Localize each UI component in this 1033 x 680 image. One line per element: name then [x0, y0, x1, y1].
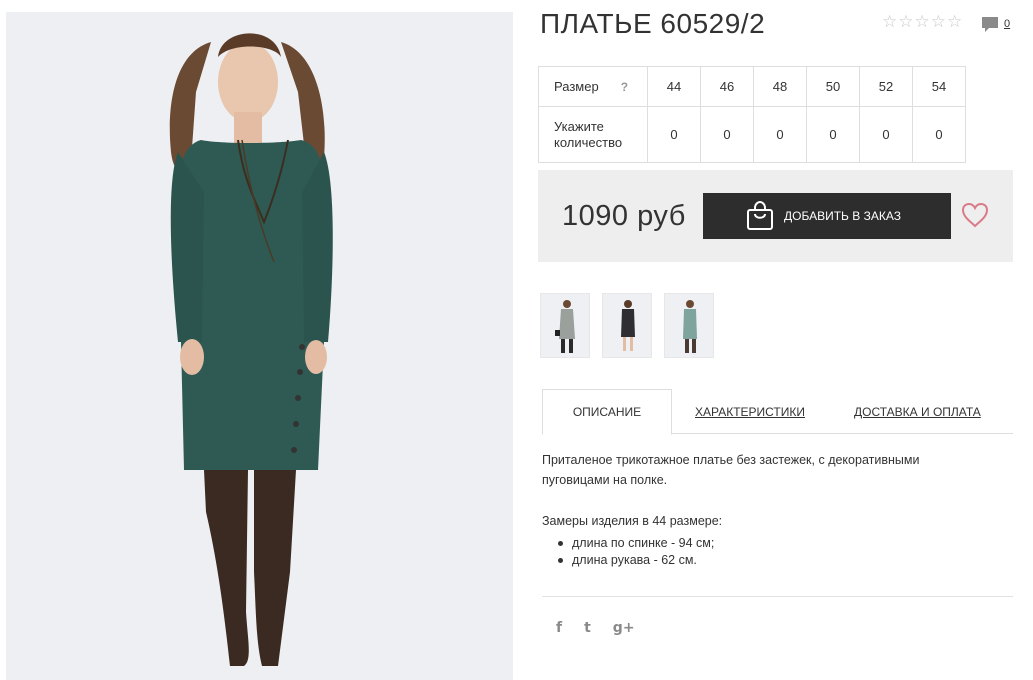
- product-price: 1090 руб: [562, 200, 686, 232]
- quantity-input[interactable]: 0: [753, 106, 807, 163]
- facebook-icon[interactable]: f: [556, 620, 562, 636]
- quantity-input[interactable]: 0: [859, 106, 913, 163]
- quantity-label-line1: Укажите: [554, 118, 604, 134]
- measurements-title: Замеры изделия в 44 размере:: [542, 514, 723, 528]
- rating-stars[interactable]: ☆ ☆ ☆ ☆ ☆: [882, 13, 962, 30]
- tab-characteristics[interactable]: ХАРАКТЕРИСТИКИ: [695, 389, 805, 434]
- quantity-input[interactable]: 0: [700, 106, 754, 163]
- bullet-icon: [558, 558, 563, 563]
- size-value: 46: [700, 66, 754, 107]
- bullet-icon: [558, 541, 563, 546]
- description-text: Приталеное трикотажное платье без застеж…: [542, 453, 920, 487]
- price-box: 1090 руб ДОБАВИТЬ В ЗАКАЗ: [538, 170, 1013, 262]
- size-value: 54: [912, 66, 966, 107]
- quantity-label-line2: количество: [554, 134, 623, 150]
- star-icon[interactable]: ☆: [882, 13, 897, 30]
- add-to-order-button[interactable]: ДОБАВИТЬ В ЗАКАЗ: [703, 193, 951, 239]
- star-icon[interactable]: ☆: [931, 13, 946, 30]
- thumbnail-grey-dress[interactable]: [540, 293, 590, 358]
- size-value: 48: [753, 66, 807, 107]
- shopping-bag-icon: [747, 201, 773, 230]
- size-value: 52: [859, 66, 913, 107]
- product-title: ПЛАТЬЕ 60529/2: [540, 8, 766, 39]
- size-value: 44: [647, 66, 701, 107]
- star-icon[interactable]: ☆: [898, 13, 913, 30]
- size-help-icon[interactable]: ?: [621, 80, 628, 94]
- main-product-photo[interactable]: [6, 12, 513, 680]
- list-item: длина рукава - 62 см.: [558, 552, 714, 569]
- comments-link[interactable]: 0: [981, 15, 1010, 33]
- quantity-label-cell: Укажите количество: [538, 106, 648, 163]
- tab-delivery-payment[interactable]: ДОСТАВКА И ОПЛАТА: [854, 389, 981, 434]
- quantity-input[interactable]: 0: [647, 106, 701, 163]
- heart-icon[interactable]: [961, 202, 989, 228]
- size-label: Размер: [554, 78, 599, 94]
- comments-count[interactable]: 0: [1004, 18, 1010, 30]
- measurement-value: длина по спинке - 94 см;: [572, 536, 715, 550]
- star-icon[interactable]: ☆: [947, 13, 962, 30]
- measurement-value: длина рукава - 62 см.: [572, 553, 697, 567]
- list-item: длина по спинке - 94 см;: [558, 535, 714, 552]
- thumbnail-gallery: [540, 293, 714, 358]
- star-icon[interactable]: ☆: [915, 13, 930, 30]
- thumbnail-black-dress[interactable]: [602, 293, 652, 358]
- divider: [542, 596, 1013, 597]
- measurements-list: длина по спинке - 94 см; длина рукава - …: [558, 535, 714, 569]
- size-value: 50: [806, 66, 860, 107]
- quantity-input[interactable]: 0: [912, 106, 966, 163]
- tab-description[interactable]: ОПИСАНИЕ: [542, 389, 672, 435]
- size-label-cell: Размер?: [538, 66, 648, 107]
- twitter-icon[interactable]: t: [584, 620, 591, 636]
- product-tabs: ОПИСАНИЕ ХАРАКТЕРИСТИКИ ДОСТАВКА И ОПЛАТ…: [542, 389, 1013, 435]
- comment-icon: [982, 17, 998, 32]
- size-table: Размер? 44 46 48 50 52 54 Укажите количе…: [538, 66, 966, 163]
- quantity-input[interactable]: 0: [806, 106, 860, 163]
- google-plus-icon[interactable]: g+: [613, 620, 635, 636]
- social-share: f t g+: [556, 620, 635, 636]
- thumbnail-teal-dress[interactable]: [664, 293, 714, 358]
- add-to-order-label: ДОБАВИТЬ В ЗАКАЗ: [784, 209, 901, 223]
